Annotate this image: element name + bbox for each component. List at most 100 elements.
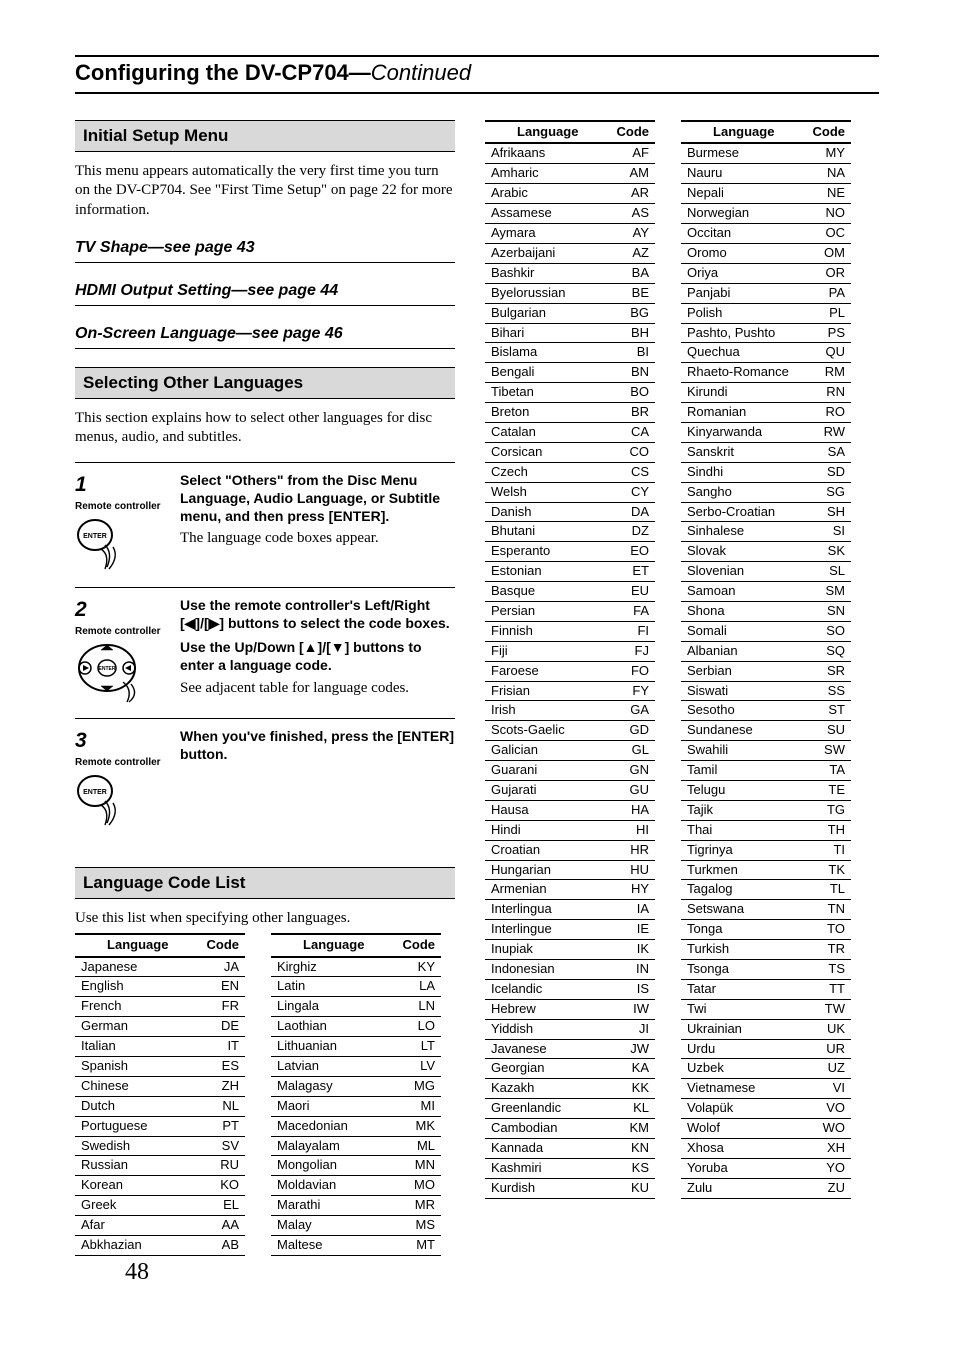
lang-code: UZ xyxy=(807,1059,852,1079)
lang-code: AM xyxy=(611,164,656,184)
lang-code: CO xyxy=(611,442,656,462)
lang-code: IS xyxy=(611,979,656,999)
lang-code: SR xyxy=(807,661,852,681)
table-row: BengaliBN xyxy=(485,363,655,383)
lang-code: GU xyxy=(611,780,656,800)
lang-code: TG xyxy=(807,800,852,820)
lang-code: MK xyxy=(397,1116,442,1136)
lang-table-1: LanguageCodeJapaneseJAEnglishENFrenchFRG… xyxy=(75,933,245,1256)
lang-code: KK xyxy=(611,1079,656,1099)
lang-code: SQ xyxy=(807,641,852,661)
table-row: JapaneseJA xyxy=(75,957,245,977)
lang-code: LA xyxy=(397,977,442,997)
lang-code: MG xyxy=(397,1076,442,1096)
lang-name: Siswati xyxy=(681,681,807,701)
lang-name: Serbian xyxy=(681,661,807,681)
lang-code: SD xyxy=(807,462,852,482)
lang-name: Fiji xyxy=(485,641,611,661)
table-row: TibetanBO xyxy=(485,383,655,403)
lang-name: Romanian xyxy=(681,403,807,423)
lang-code: TA xyxy=(807,761,852,781)
lang-code: TW xyxy=(807,999,852,1019)
lang-name: Cambodian xyxy=(485,1119,611,1139)
table-row: FrisianFY xyxy=(485,681,655,701)
lang-code: SU xyxy=(807,721,852,741)
lang-name: Volapük xyxy=(681,1099,807,1119)
table-row: TigrinyaTI xyxy=(681,840,851,860)
lang-table-2: LanguageCodeKirghizKYLatinLALingalaLNLao… xyxy=(271,933,441,1256)
svg-text:ENTER: ENTER xyxy=(83,789,107,796)
table-row: SerbianSR xyxy=(681,661,851,681)
page-title-sep: — xyxy=(349,60,371,85)
table-row: SomaliSO xyxy=(681,621,851,641)
lang-name: Latvian xyxy=(271,1057,397,1077)
lang-name: Sinhalese xyxy=(681,522,807,542)
lang-code: AA xyxy=(201,1216,246,1236)
lang-code: JA xyxy=(201,957,246,977)
lang-name: Armenian xyxy=(485,880,611,900)
lang-name: Hungarian xyxy=(485,860,611,880)
lang-code: MO xyxy=(397,1176,442,1196)
lang-code: RN xyxy=(807,383,852,403)
step-3: 3 Remote controller ENTER When you've fi… xyxy=(75,718,455,843)
table-row: BislamaBI xyxy=(485,343,655,363)
table-row: FrenchFR xyxy=(75,997,245,1017)
lang-code: TT xyxy=(807,979,852,999)
table-row: TurkishTR xyxy=(681,940,851,960)
lang-name: Ukrainian xyxy=(681,1019,807,1039)
table-row: CzechCS xyxy=(485,462,655,482)
table-row: EnglishEN xyxy=(75,977,245,997)
lang-name: Arabic xyxy=(485,184,611,204)
lang-name: Yiddish xyxy=(485,1019,611,1039)
table-row: LingalaLN xyxy=(271,997,441,1017)
lang-code: OM xyxy=(807,243,852,263)
lang-code: MY xyxy=(807,143,852,163)
step-2: 2 Remote controller ENTER xyxy=(75,587,455,718)
table-row: NepaliNE xyxy=(681,184,851,204)
table-row: VietnameseVI xyxy=(681,1079,851,1099)
lang-code: PS xyxy=(807,323,852,343)
table-row: UrduUR xyxy=(681,1039,851,1059)
lang-name: Moldavian xyxy=(271,1176,397,1196)
lang-name: Norwegian xyxy=(681,204,807,224)
lang-code: RM xyxy=(807,363,852,383)
lang-code: SN xyxy=(807,601,852,621)
lang-name: Burmese xyxy=(681,143,807,163)
table-row: BretonBR xyxy=(485,403,655,423)
lang-name: Lithuanian xyxy=(271,1037,397,1057)
lang-name: Javanese xyxy=(485,1039,611,1059)
svg-text:ENTER: ENTER xyxy=(99,666,116,672)
lang-code: EN xyxy=(201,977,246,997)
lang-code: TK xyxy=(807,860,852,880)
table-row: GalicianGL xyxy=(485,741,655,761)
table-row: BurmeseMY xyxy=(681,143,851,163)
lang-code: IK xyxy=(611,940,656,960)
dpad-icon: ENTER xyxy=(75,642,170,710)
lang-code: CA xyxy=(611,422,656,442)
lang-name: Amharic xyxy=(485,164,611,184)
table-row: ByelorussianBE xyxy=(485,283,655,303)
table-row: SinhaleseSI xyxy=(681,522,851,542)
lang-code: ES xyxy=(201,1057,246,1077)
lang-code: SI xyxy=(807,522,852,542)
lang-name: Nepali xyxy=(681,184,807,204)
table-row: DanishDA xyxy=(485,502,655,522)
enter-button-icon: ENTER xyxy=(75,517,170,579)
lang-code: KN xyxy=(611,1139,656,1159)
th-code: Code xyxy=(201,934,246,957)
lang-code: BN xyxy=(611,363,656,383)
lang-name: Czech xyxy=(485,462,611,482)
lang-code: UR xyxy=(807,1039,852,1059)
step-2-number: 2 xyxy=(75,596,170,623)
lang-code: NE xyxy=(807,184,852,204)
lang-code: EO xyxy=(611,542,656,562)
lang-code: KO xyxy=(201,1176,246,1196)
table-row: AlbanianSQ xyxy=(681,641,851,661)
lang-code: ST xyxy=(807,701,852,721)
remote-controller-label: Remote controller xyxy=(75,756,170,769)
table-row: HebrewIW xyxy=(485,999,655,1019)
table-row: TagalogTL xyxy=(681,880,851,900)
table-row: BasqueEU xyxy=(485,582,655,602)
lang-code: LN xyxy=(397,997,442,1017)
table-row: FinnishFI xyxy=(485,621,655,641)
